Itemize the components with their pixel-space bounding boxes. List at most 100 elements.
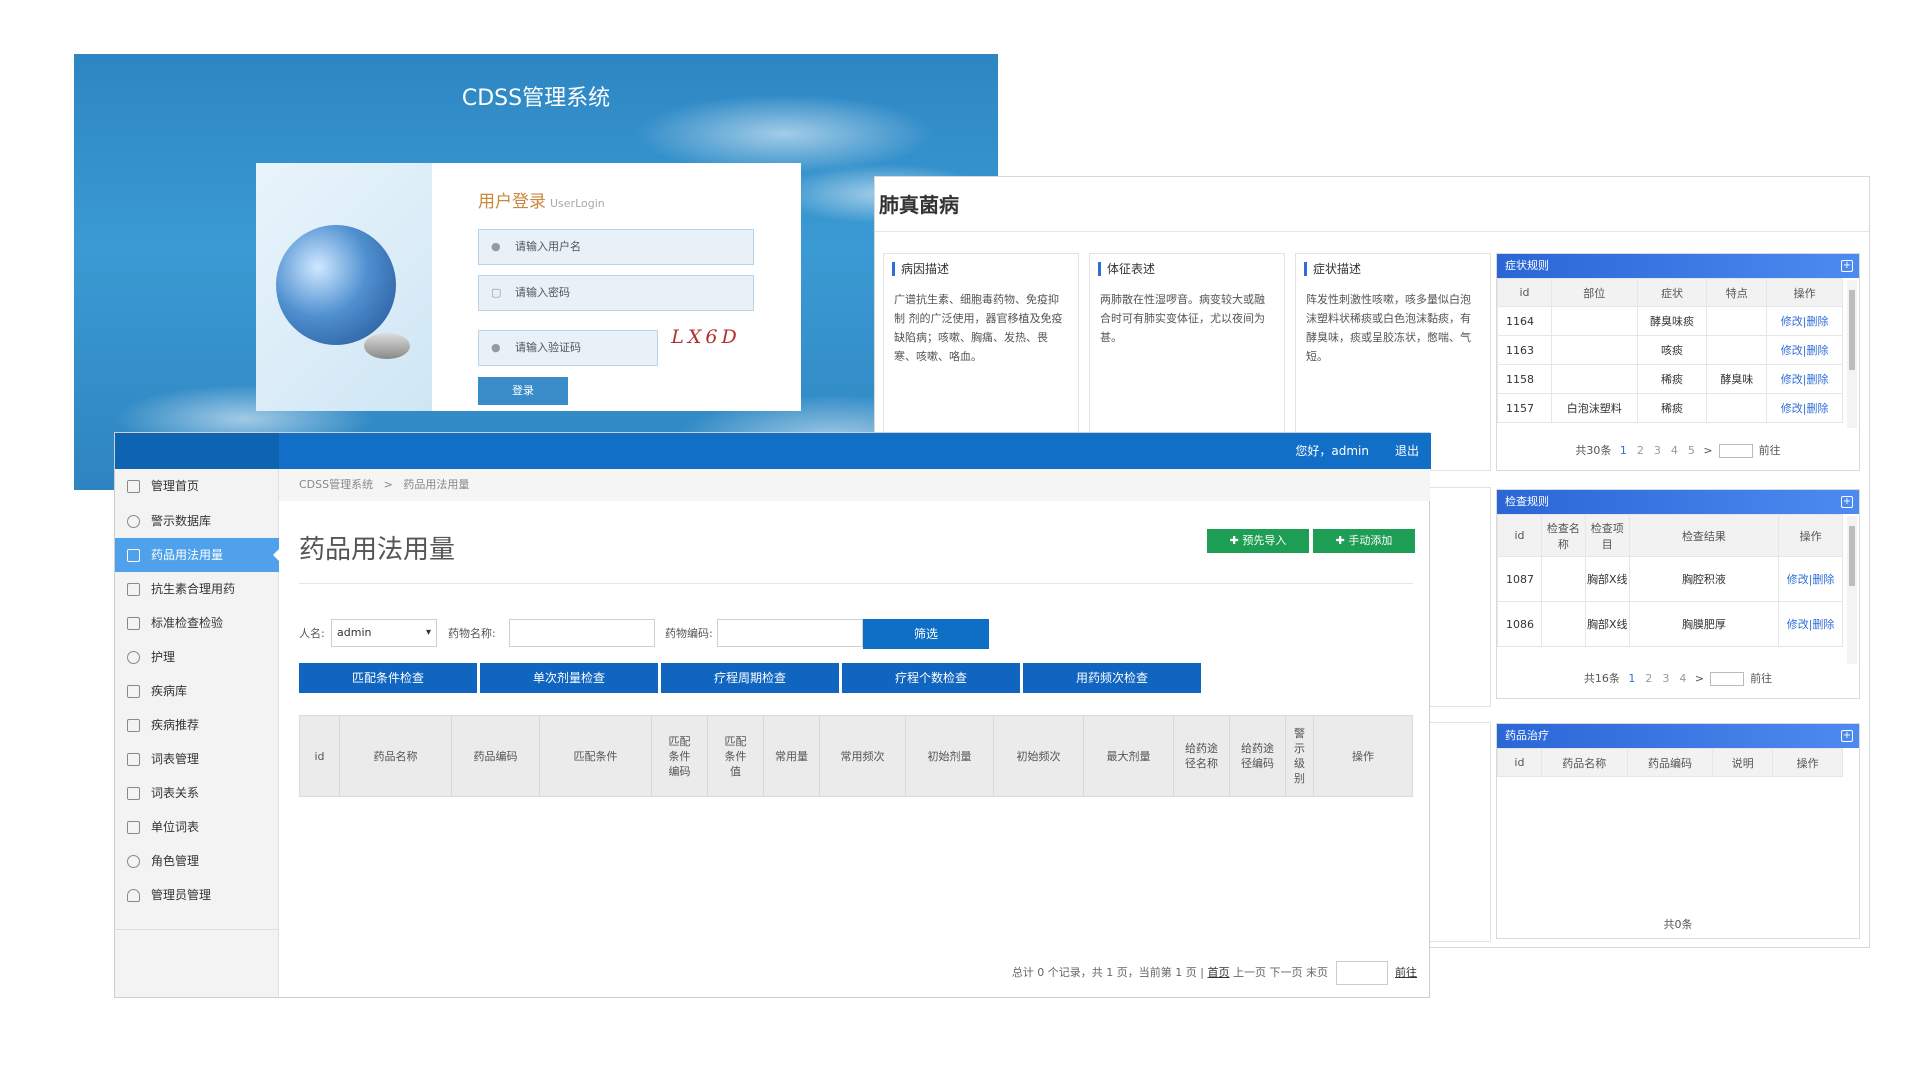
sidebar-item-drug-dosage[interactable]: 药品用法用量: [115, 538, 280, 572]
login-card: 用户登录 UserLogin ● 请输入用户名 ▢ 请输入密码 ● 请输入验证码 LX6…: [256, 163, 801, 411]
drug-treatment-title: 药品治疗: [1505, 729, 1549, 742]
cell-id: 1157: [1497, 393, 1552, 423]
sidebar-item-standard-exams[interactable]: 标准检查检验: [115, 606, 279, 640]
person-select[interactable]: admin ▾: [331, 619, 437, 647]
add-icon[interactable]: +: [1841, 496, 1853, 508]
page-link[interactable]: 2: [1645, 672, 1652, 685]
disease-title: 肺真菌病: [879, 193, 959, 217]
sidebar-item-label: 词表关系: [151, 786, 200, 800]
frequency-check-button[interactable]: 用药频次检查: [1023, 663, 1201, 693]
course-count-check-button[interactable]: 疗程个数检查: [842, 663, 1020, 693]
captcha-image[interactable]: LX6D: [666, 320, 746, 354]
match-condition-check-button[interactable]: 匹配条件检查: [299, 663, 477, 693]
first-page-link[interactable]: 首页: [1208, 966, 1230, 979]
home-icon: [127, 480, 140, 493]
user-greeting: 您好，admin: [1295, 444, 1369, 458]
cell-feature: [1706, 335, 1768, 365]
edit-delete-link[interactable]: 修改|删除: [1766, 335, 1843, 365]
page-link[interactable]: 1: [1620, 444, 1627, 457]
edit-delete-link[interactable]: 修改|删除: [1778, 556, 1843, 602]
goto-link[interactable]: 前往: [1395, 966, 1417, 979]
exam-rules-table: id 检查名称 检查项目 检查结果 操作 1087 胸部X线 胸腔积液 修改|删除 1…: [1497, 514, 1843, 647]
login-button[interactable]: 登录: [478, 377, 568, 405]
filter-button[interactable]: 筛选: [863, 619, 989, 649]
username-input[interactable]: ● 请输入用户名: [478, 229, 754, 265]
sidebar-item-disease-library[interactable]: 疾病库: [115, 674, 279, 708]
sidebar-item-vocab-management[interactable]: 词表管理: [115, 742, 279, 776]
scrollbar-thumb[interactable]: [1849, 290, 1855, 370]
page-jump-input[interactable]: [1718, 444, 1753, 458]
page-link[interactable]: 5: [1688, 444, 1695, 457]
lock-icon: ▢: [491, 286, 502, 299]
next-page-button[interactable]: >: [1695, 672, 1704, 685]
add-icon[interactable]: +: [1841, 730, 1853, 742]
sidebar-item-nursing[interactable]: 护理: [115, 640, 279, 674]
add-button[interactable]: ✚ 手动添加: [1313, 529, 1415, 553]
breadcrumb-root[interactable]: CDSS管理系统: [299, 478, 373, 491]
drug-pager: 共0条: [1497, 916, 1859, 932]
gear-icon: [127, 855, 140, 868]
chevron-down-icon: ▾: [425, 627, 431, 638]
drug-name-input[interactable]: [509, 619, 655, 647]
drug-code-input[interactable]: [717, 619, 863, 647]
page-link[interactable]: 4: [1679, 672, 1686, 685]
column-header: 初始频次: [994, 716, 1084, 796]
sidebar-item-vocab-relations[interactable]: 词表关系: [115, 776, 279, 810]
file-icon: [127, 549, 140, 562]
column-header: 药品编码: [452, 716, 540, 796]
page-jump-input[interactable]: [1710, 672, 1745, 686]
goto-label[interactable]: 前往: [1750, 672, 1772, 685]
scrollbar[interactable]: [1847, 280, 1857, 428]
exam-pager: 共16条 1234 > 前往: [1497, 670, 1859, 686]
last-page-link[interactable]: 末页: [1306, 966, 1328, 979]
column-header: 说明: [1712, 748, 1774, 777]
column-header: 症状: [1636, 278, 1708, 307]
exam-rules-header: 检查规则 +: [1497, 490, 1859, 514]
single-dose-check-button[interactable]: 单次剂量检查: [480, 663, 658, 693]
sidebar-item-roles[interactable]: 角色管理: [115, 844, 279, 878]
table-header-row: id 药品名称 药品编码 说明 操作: [1497, 748, 1843, 777]
edit-delete-link[interactable]: 修改|删除: [1766, 306, 1843, 336]
table-row: 1087 胸部X线 胸腔积液 修改|删除: [1497, 556, 1843, 602]
captcha-input[interactable]: ● 请输入验证码: [478, 330, 658, 366]
drug-code-label: 药物编码:: [665, 627, 713, 640]
page-link[interactable]: 1: [1628, 672, 1635, 685]
logout-link[interactable]: 退出: [1395, 433, 1419, 469]
sidebar-item-home[interactable]: 管理首页: [115, 469, 279, 503]
page-link[interactable]: 3: [1654, 444, 1661, 457]
next-page-link[interactable]: 下一页: [1270, 966, 1303, 979]
page-jump-input[interactable]: [1335, 961, 1388, 985]
edit-delete-link[interactable]: 修改|删除: [1766, 393, 1843, 423]
sidebar-item-antibiotics[interactable]: 抗生素合理用药: [115, 572, 279, 606]
login-heading-text: 用户登录: [478, 192, 546, 212]
column-header: 操作: [1766, 278, 1843, 307]
prev-page-link[interactable]: 上一页: [1233, 966, 1266, 979]
import-button[interactable]: ✚ 预先导入: [1207, 529, 1309, 553]
sidebar-item-label: 单位词表: [151, 820, 200, 834]
cell-id: 1163: [1497, 335, 1552, 365]
breadcrumb-current: 药品用法用量: [403, 478, 470, 491]
breadcrumb: CDSS管理系统 > 药品用法用量: [299, 469, 469, 501]
drug-treatment-header: 药品治疗 +: [1497, 724, 1859, 748]
course-period-check-button[interactable]: 疗程周期检查: [661, 663, 839, 693]
cell-id: 1086: [1497, 601, 1542, 647]
edit-delete-link[interactable]: 修改|删除: [1778, 601, 1843, 647]
sidebar-item-admins[interactable]: 管理员管理: [115, 878, 279, 912]
page-link[interactable]: 4: [1671, 444, 1678, 457]
sidebar-item-unit-vocab[interactable]: 单位词表: [115, 810, 279, 844]
signs-card-label: 体征表述: [1098, 262, 1155, 276]
scrollbar[interactable]: [1847, 516, 1857, 664]
pager-total: 共30条: [1575, 444, 1612, 457]
password-input[interactable]: ▢ 请输入密码: [478, 275, 754, 311]
edit-delete-link[interactable]: 修改|删除: [1766, 364, 1843, 394]
next-page-button[interactable]: >: [1703, 444, 1712, 457]
cell-feature: 酵臭味: [1706, 364, 1768, 394]
add-icon[interactable]: +: [1841, 260, 1853, 272]
page-link[interactable]: 2: [1637, 444, 1644, 457]
goto-label[interactable]: 前往: [1759, 444, 1781, 457]
table-row: 1157 白泡沫塑料 稀痰 修改|删除: [1497, 393, 1843, 423]
sidebar-item-disease-recommend[interactable]: 疾病推荐: [115, 708, 279, 742]
scrollbar-thumb[interactable]: [1849, 526, 1855, 586]
page-link[interactable]: 3: [1662, 672, 1669, 685]
sidebar-item-alert-db[interactable]: 警示数据库: [115, 504, 279, 538]
